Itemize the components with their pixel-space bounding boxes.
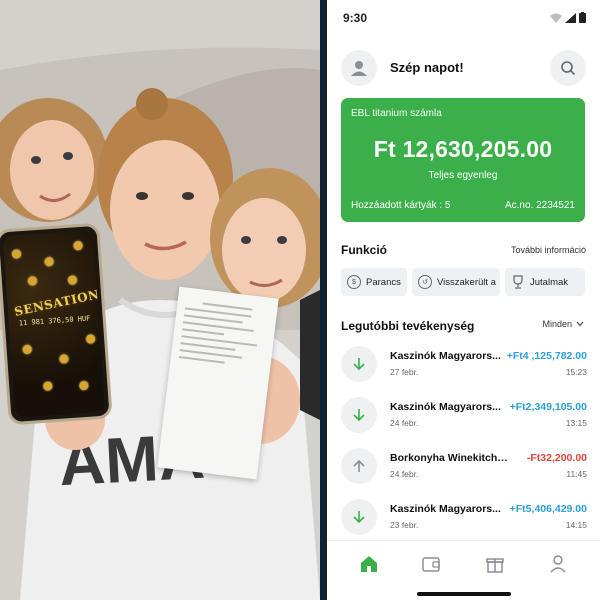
photo-phone-amount: 11 981 376,50 HUF: [18, 314, 91, 328]
chevron-down-icon: [576, 321, 584, 327]
user-icon: [351, 61, 367, 76]
signal-icon: [565, 13, 576, 23]
search-icon: [561, 61, 576, 76]
functions-title: Funkció: [341, 243, 388, 257]
status-bar: 9:30: [327, 0, 600, 36]
transaction-date: 23 febr.: [390, 520, 419, 530]
account-card[interactable]: EBL titanium számla Ft 12,630,205.00 Tel…: [341, 98, 585, 222]
more-info-link[interactable]: További információ: [511, 245, 586, 255]
transaction-amount: +Ft2,349,105.00: [509, 401, 587, 413]
home-indicator: [417, 592, 511, 596]
account-number: Ac.no. 2234521: [504, 200, 575, 211]
greeting-text: Szép napot!: [390, 60, 464, 75]
nav-profile[interactable]: [547, 553, 569, 575]
activity-filter[interactable]: Minden: [542, 319, 584, 329]
nav-gift[interactable]: [484, 553, 506, 575]
trophy-icon: [513, 275, 523, 289]
transaction-row[interactable]: Kaszinók Magyarors... 27 febr. +Ft4 ,125…: [341, 340, 587, 388]
refund-icon: ↺: [418, 275, 432, 289]
wifi-icon: [550, 13, 562, 23]
home-icon: [361, 556, 377, 572]
transaction-time: 11:45: [566, 469, 587, 479]
transaction-date: 27 febr.: [390, 367, 419, 377]
photo-phone-screen: SENSATIONAL 11 981 376,50 HUF: [2, 230, 106, 418]
command-button[interactable]: $ Parancs: [341, 268, 407, 296]
added-cards-count: Hozzáadott kártyák : 5: [351, 200, 451, 211]
bottom-nav: [327, 540, 600, 600]
outgoing-icon: [341, 448, 377, 484]
photo-phone-title: SENSATIONAL: [13, 283, 106, 319]
account-balance: Ft 12,630,205.00: [373, 136, 553, 162]
photo-phone: SENSATIONAL 11 981 376,50 HUF: [0, 222, 113, 426]
transaction-name: Kaszinók Magyarors...: [390, 350, 501, 362]
status-time: 9:30: [343, 11, 368, 25]
profile-icon: [550, 555, 566, 573]
transaction-time: 13:15: [565, 418, 587, 428]
transaction-row[interactable]: Borkonyha Winekitchen 24 febr. -Ft32,200…: [341, 442, 587, 490]
wallet-icon: [422, 557, 440, 572]
transaction-amount: +Ft4 ,125,782.00: [506, 350, 587, 362]
transaction-date: 24 febr.: [390, 469, 419, 479]
greeting-row: Szép napot!: [341, 50, 586, 88]
transaction-amount: +Ft5,406,429.00: [509, 503, 587, 515]
battery-icon: [579, 12, 586, 23]
gift-icon: [486, 558, 504, 573]
search-button[interactable]: [550, 50, 586, 86]
incoming-icon: [341, 499, 377, 535]
transaction-date: 24 febr.: [390, 418, 419, 428]
function-buttons: $ Parancs ↺ Visszakerült a Jutalmak: [341, 268, 587, 298]
transaction-name: Kaszinók Magyarors...: [390, 503, 501, 515]
incoming-icon: [341, 397, 377, 433]
status-icons: [550, 12, 586, 23]
command-icon: $: [347, 275, 361, 289]
bank-app-screen: 9:30 Szép napot! EBL titanium számla Ft …: [327, 0, 600, 600]
transaction-list: Kaszinók Magyarors... 27 febr. +Ft4 ,125…: [341, 340, 587, 544]
transaction-name: Kaszinók Magyarors...: [390, 401, 501, 413]
transaction-name: Borkonyha Winekitchen: [390, 452, 508, 464]
rewards-label: Jutalmak: [530, 276, 569, 288]
rewards-button[interactable]: Jutalmak: [505, 268, 585, 296]
panel-divider: [320, 0, 327, 600]
refund-button[interactable]: ↺ Visszakerült a: [412, 268, 500, 296]
activity-title: Legutóbbi tevékenység: [341, 319, 475, 333]
balance-label: Teljes egyenleg: [428, 170, 498, 181]
account-name: EBL titanium számla: [351, 108, 442, 119]
transaction-time: 15:23: [565, 367, 587, 377]
transaction-row[interactable]: Kaszinók Magyarors... 24 febr. +Ft2,349,…: [341, 391, 587, 439]
transaction-amount: -Ft32,200.00: [526, 452, 587, 464]
refund-label: Visszakerült a: [437, 276, 496, 288]
photo-panel: AMA SENSATIONAL 11 981 376,50 HUF: [0, 0, 320, 600]
incoming-icon: [341, 346, 377, 382]
avatar[interactable]: [341, 50, 377, 86]
transaction-time: 14:15: [565, 520, 587, 530]
activity-filter-label: Minden: [542, 319, 572, 329]
nav-wallet[interactable]: [420, 553, 442, 575]
nav-home[interactable]: [358, 553, 380, 575]
transaction-row[interactable]: Kaszinók Magyarors... 23 febr. +Ft5,406,…: [341, 493, 587, 541]
command-label: Parancs: [366, 276, 401, 288]
